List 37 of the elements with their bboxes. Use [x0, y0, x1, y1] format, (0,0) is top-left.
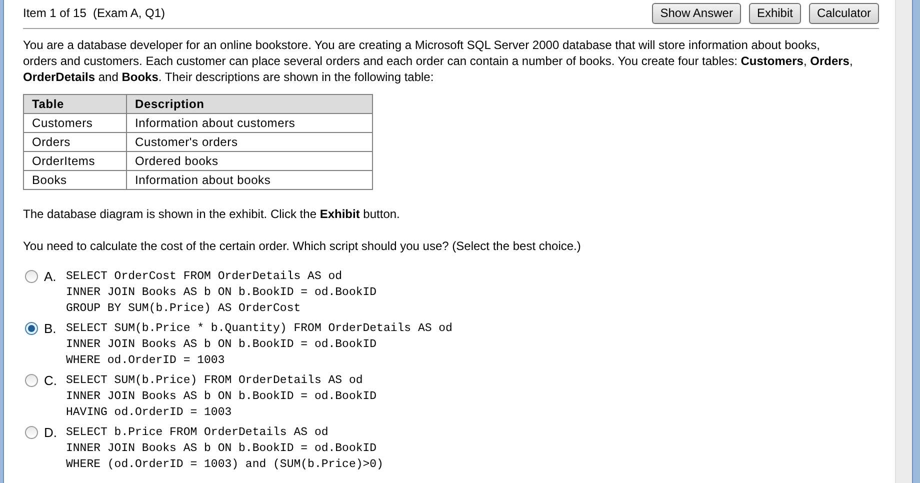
- code-line: SELECT OrderCost FROM OrderDetails AS od: [66, 269, 344, 285]
- option-letter: D.: [44, 425, 58, 441]
- code-line: SELECT SUM(b.Price * b.Quantity) FROM OrderDetails AS od: [66, 321, 452, 337]
- radio-button[interactable]: [25, 426, 38, 439]
- option-letter: A.: [44, 269, 58, 285]
- code-line: INNER JOIN Books AS b ON b.BookID = od.BookID: [66, 389, 377, 405]
- table-cell: Information about books: [126, 170, 372, 190]
- item-counter: Item 1 of 15 (Exam A, Q1): [23, 5, 166, 21]
- table-cell: OrderItems: [24, 152, 126, 170]
- code-line: SELECT b.Price FROM OrderDetails AS od: [66, 425, 330, 441]
- toolbar-button[interactable]: Exhibit: [748, 2, 801, 24]
- question-prompt: You need to calculate the cost of the certain order. Which script should you use? (Select the best choice.): [23, 238, 582, 254]
- table-cell: Ordered books: [126, 152, 372, 170]
- code-line: GROUP BY SUM(b.Price) AS OrderCost: [66, 301, 302, 317]
- radio-button[interactable]: [25, 270, 38, 283]
- code-line: INNER JOIN Books AS b ON b.BookID = od.BookID: [66, 285, 377, 301]
- code-line: INNER JOIN Books AS b ON b.BookID = od.BookID: [66, 441, 378, 457]
- option-letter: C.: [44, 373, 58, 389]
- table-cell: Orders: [24, 132, 126, 152]
- table-cell: Customer's orders: [126, 132, 372, 152]
- table-cell: Customers: [24, 114, 126, 132]
- table-cell: Books: [24, 170, 126, 190]
- code-line: WHERE (od.OrderID = 1003) and (SUM(b.Price)>0): [66, 457, 384, 473]
- toolbar-button[interactable]: Calculator: [808, 2, 879, 24]
- option-letter: B.: [44, 321, 58, 337]
- code-line: INNER JOIN Books AS b ON b.BookID = od.BookID: [66, 337, 378, 353]
- toolbar-button[interactable]: Show Answer: [652, 2, 741, 24]
- table-cell: Information about customers: [126, 114, 372, 132]
- radio-button[interactable]: [25, 322, 38, 335]
- column-header: Description: [126, 94, 372, 114]
- question-text: You are a database developer for an online bookstore. You are creating a Microsoft SQL Server 2000 database that will store information about books, orders and customers. Each customer can place several orders and each order can contain a number of books. You create four tables: Customers, Orders, OrderDetails and Books. Their descriptions are shown in the following table:: [23, 37, 853, 85]
- column-header: Table: [24, 94, 126, 114]
- radio-button[interactable]: [25, 374, 38, 387]
- code-line: WHERE od.OrderID = 1003: [66, 353, 226, 369]
- code-line: HAVING od.OrderID = 1003: [66, 405, 233, 421]
- exhibit-note: The database diagram is shown in the exhibit. Click the Exhibit button.: [23, 206, 401, 222]
- code-line: SELECT SUM(b.Price) FROM OrderDetails AS od: [66, 373, 364, 389]
